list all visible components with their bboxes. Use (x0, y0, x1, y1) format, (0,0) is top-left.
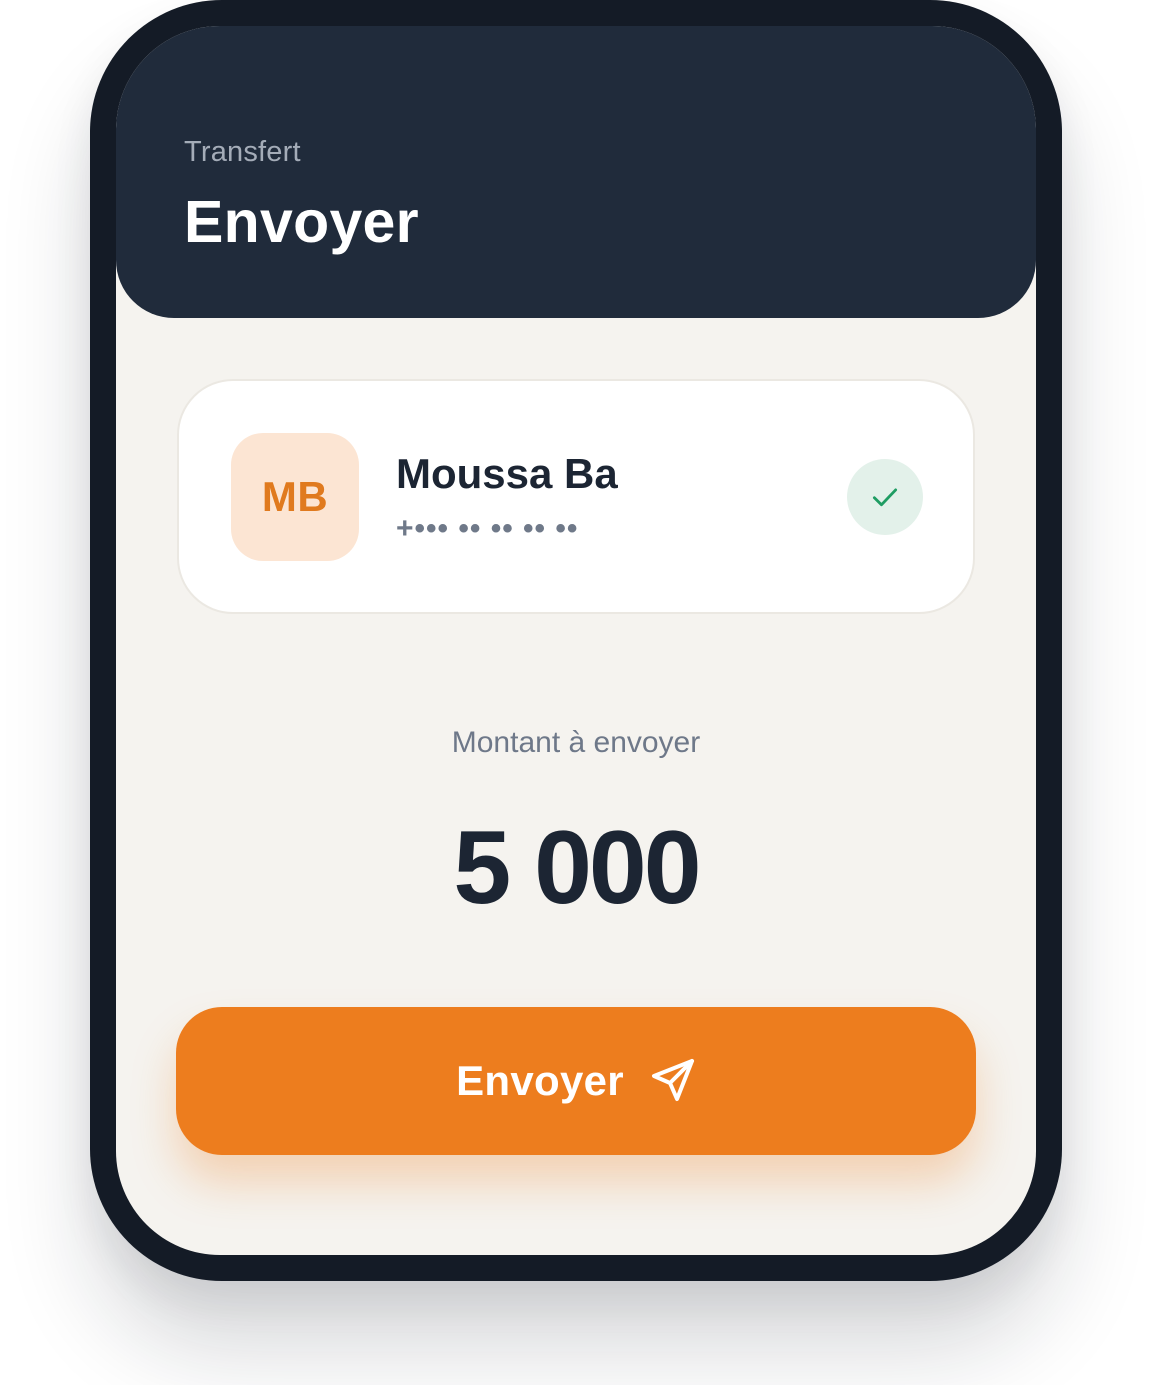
app-screen: Transfert Envoyer MB Moussa Ba +••• •• •… (116, 26, 1036, 1255)
check-icon (872, 488, 898, 507)
header-kicker: Transfert (184, 136, 301, 168)
amount-label: Montant à envoyer (451, 726, 701, 759)
send-button-label: Envoyer (456, 1057, 624, 1104)
avatar-initials: MB (261, 473, 329, 520)
recipient-name: Moussa Ba (396, 450, 618, 497)
avatar: MB (231, 433, 359, 561)
phone-frame: Transfert Envoyer MB Moussa Ba +••• •• •… (90, 0, 1062, 1281)
header: Transfert Envoyer (116, 26, 1036, 318)
send-button[interactable]: Envoyer (176, 1007, 976, 1155)
page-title: Envoyer (184, 189, 419, 255)
verified-badge (847, 459, 923, 535)
recipient-phone: +••• •• •• •• •• (396, 512, 579, 545)
amount-value[interactable]: 5 000 (116, 809, 1036, 928)
send-icon (648, 1057, 696, 1105)
recipient-card[interactable]: MB Moussa Ba +••• •• •• •• •• (177, 379, 975, 614)
